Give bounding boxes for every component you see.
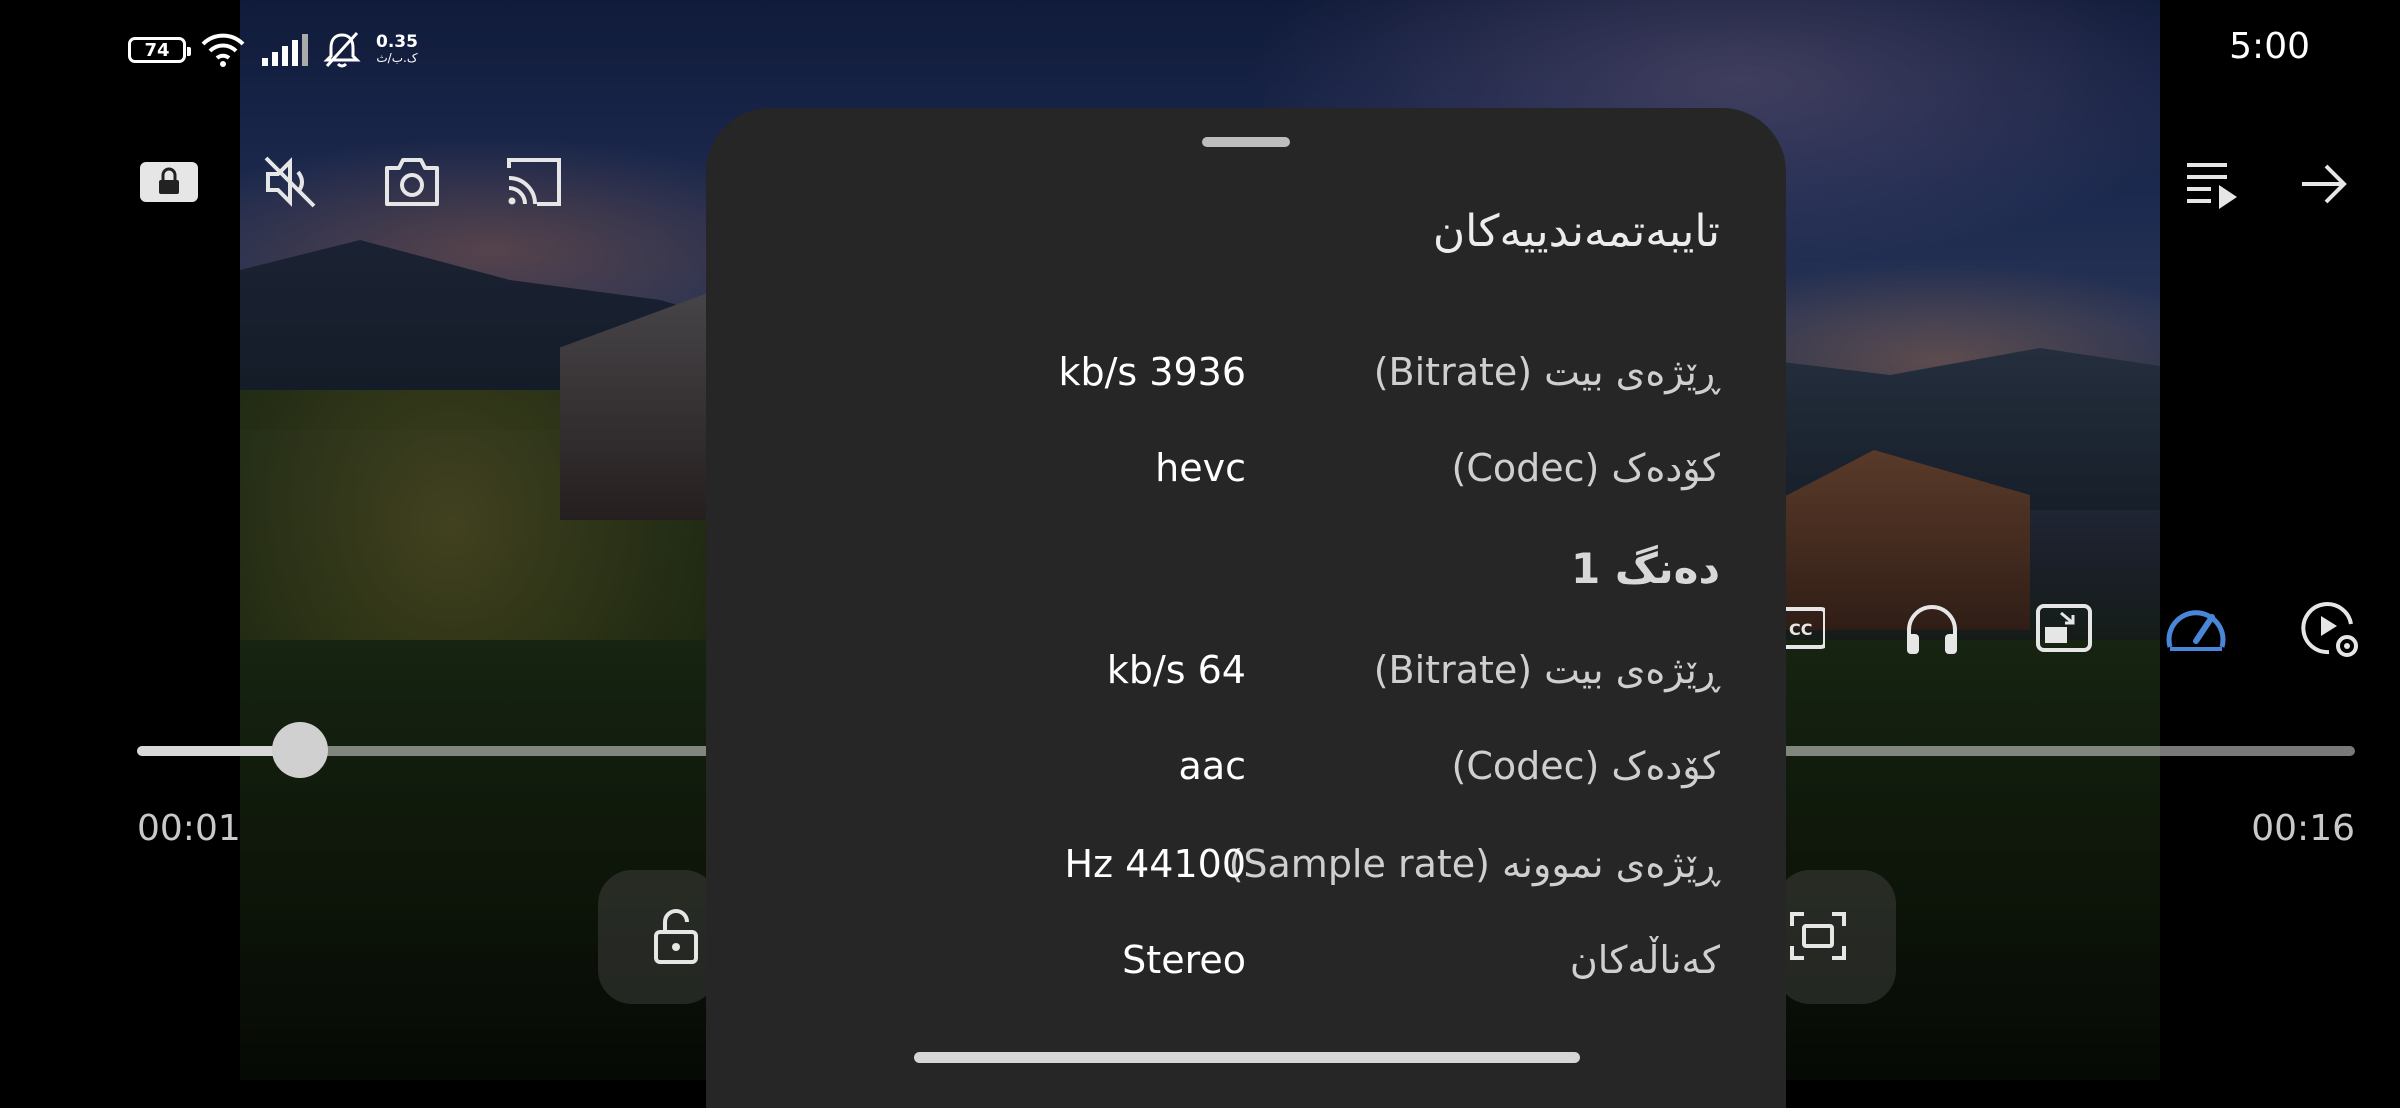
status-bar-left: 74 0.35 ک.ب/ث — [128, 30, 418, 70]
pip-icon[interactable] — [2032, 596, 2096, 660]
unlock-icon — [648, 904, 704, 968]
property-value: kb/s 64 — [1106, 648, 1246, 692]
lock-controls-button[interactable] — [598, 870, 718, 1004]
property-label: ڕێژەی بیت (Bitrate) — [1373, 350, 1720, 394]
properties-sheet: تایبەتمەندییەکان ڕێژەی بیت (Bitrate) kb/… — [706, 108, 1786, 1108]
property-value: Stereo — [1122, 938, 1246, 982]
property-value: aac — [1178, 744, 1246, 788]
audio-section-heading: دەنگ 1 — [1571, 544, 1720, 593]
battery-level: 74 — [144, 39, 170, 61]
network-speed: 0.35 ک.ب/ث — [376, 34, 418, 66]
property-row: ڕێژەی نموونە (Sample rate) Hz 44100 — [706, 834, 1786, 894]
clock: 5:00 — [2229, 26, 2310, 67]
forward-arrow-icon[interactable] — [2294, 154, 2354, 214]
playlist-icon[interactable] — [2182, 154, 2242, 214]
property-value: hevc — [1155, 446, 1246, 490]
total-duration: 00:16 — [2251, 808, 2355, 849]
mute-icon[interactable] — [258, 150, 322, 214]
property-label: ڕێژەی بیت (Bitrate) — [1373, 648, 1720, 692]
network-speed-value: 0.35 — [376, 32, 418, 52]
property-label: کەناڵەکان — [1569, 938, 1720, 982]
subtitle-cc-icon[interactable]: CC — [1780, 600, 1830, 656]
sheet-drag-handle[interactable] — [1202, 137, 1290, 147]
playback-speed-icon[interactable] — [2162, 596, 2230, 660]
screenshot-camera-icon[interactable] — [380, 150, 444, 214]
property-label: ڕێژەی نموونە (Sample rate) — [1228, 842, 1720, 886]
property-row: ڕێژەی بیت (Bitrate) kb/s 3936 — [706, 342, 1786, 402]
lock-screen-icon[interactable] — [136, 154, 202, 210]
property-row: کەناڵەکان Stereo — [706, 930, 1786, 990]
video-settings-icon[interactable] — [2298, 596, 2362, 662]
audio-headphones-icon[interactable] — [1900, 596, 1964, 660]
seek-bar-thumb[interactable] — [272, 722, 328, 778]
wifi-icon — [201, 33, 245, 67]
aspect-ratio-button[interactable] — [1776, 870, 1896, 1004]
property-row: کۆدەک (Codec) hevc — [706, 438, 1786, 498]
property-value: kb/s 3936 — [1058, 350, 1246, 394]
home-gesture-bar[interactable] — [914, 1052, 1580, 1063]
battery-icon: 74 — [128, 37, 191, 63]
network-speed-unit: ک.ب/ث — [376, 51, 418, 65]
property-label: کۆدەک (Codec) — [1451, 446, 1720, 490]
property-row: ڕێژەی بیت (Bitrate) kb/s 64 — [706, 640, 1786, 700]
signal-icon — [262, 34, 308, 66]
property-label: کۆدەک (Codec) — [1451, 744, 1720, 788]
property-value: Hz 44100 — [1064, 842, 1246, 886]
sheet-title: تایبەتمەندییەکان — [1432, 206, 1720, 257]
svg-text:CC: CC — [1789, 620, 1812, 639]
property-row: کۆدەک (Codec) aac — [706, 736, 1786, 796]
cast-icon[interactable] — [502, 150, 566, 214]
fit-screen-icon — [1786, 906, 1850, 966]
elapsed-time: 00:01 — [137, 808, 241, 849]
bell-off-icon — [323, 31, 361, 68]
